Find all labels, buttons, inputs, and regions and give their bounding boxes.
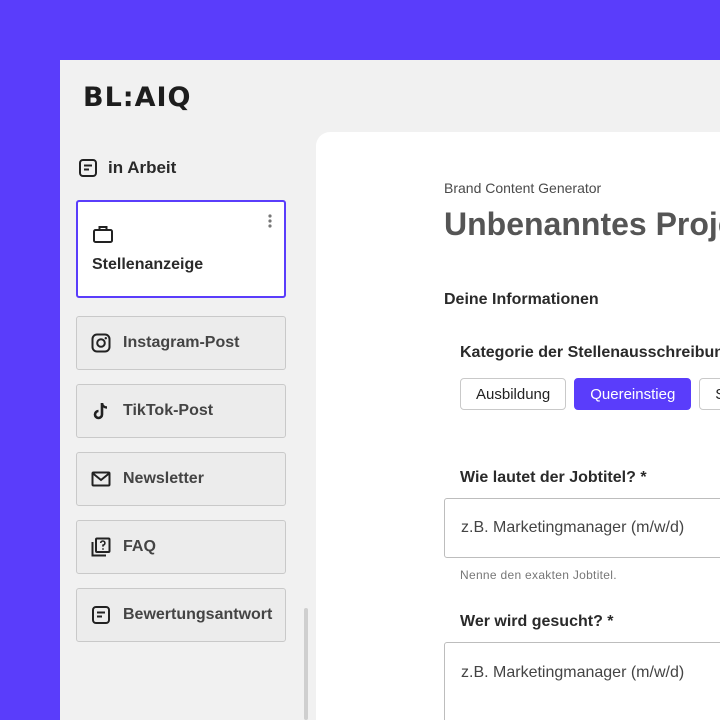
sidebar-item-newsletter[interactable]: Newsletter bbox=[76, 452, 286, 506]
sidebar-item-instagram[interactable]: Instagram-Post bbox=[76, 316, 286, 370]
wanted-label: Wer wird gesucht? * bbox=[460, 613, 614, 630]
sidebar-item-label: FAQ bbox=[123, 538, 156, 555]
briefcase-icon bbox=[92, 224, 114, 244]
note-icon bbox=[91, 605, 111, 625]
jobtitle-input[interactable] bbox=[444, 498, 720, 558]
mail-icon bbox=[91, 469, 111, 489]
section-title: Deine Informationen bbox=[444, 291, 599, 308]
chip-quereinstieg[interactable]: Quereinstieg bbox=[574, 378, 692, 410]
chip-third[interactable]: S bbox=[699, 378, 720, 410]
status-heading: in Arbeit bbox=[78, 158, 176, 178]
tiktok-icon bbox=[91, 401, 111, 421]
note-icon bbox=[78, 158, 98, 178]
chip-ausbildung[interactable]: Ausbildung bbox=[460, 378, 567, 410]
sidebar-item-label: TikTok-Post bbox=[123, 402, 214, 419]
category-label: Kategorie der Stellenausschreibung bbox=[460, 344, 720, 361]
page-title: Unbenanntes Projekt bbox=[444, 206, 720, 242]
sidebar-item-label: Stellenanzeige bbox=[92, 256, 204, 273]
sidebar-scrollbar[interactable] bbox=[304, 608, 308, 720]
more-options-icon[interactable] bbox=[268, 214, 272, 228]
category-chip-group: Ausbildung Quereinstieg S bbox=[460, 378, 720, 410]
sidebar-item-tiktok[interactable]: TikTok-Post bbox=[76, 384, 286, 438]
sidebar-item-bewertungsantwort[interactable]: Bewertungsantwort bbox=[76, 588, 286, 642]
app-window: BL:AIQ in Arbeit Stellenanzeige Instagra… bbox=[60, 60, 720, 720]
logo: BL:AIQ bbox=[83, 82, 192, 113]
sidebar-item-label: Instagram-Post bbox=[123, 334, 240, 351]
main-panel: Brand Content Generator Unbenanntes Proj… bbox=[316, 132, 720, 720]
jobtitle-hint: Nenne den exakten Jobtitel. bbox=[460, 568, 617, 582]
breadcrumb: Brand Content Generator bbox=[444, 180, 602, 196]
sidebar-item-stellenanzeige[interactable]: Stellenanzeige bbox=[76, 200, 286, 298]
sidebar-item-faq[interactable]: FAQ bbox=[76, 520, 286, 574]
jobtitle-label: Wie lautet der Jobtitel? * bbox=[460, 469, 647, 486]
instagram-icon bbox=[91, 333, 111, 353]
sidebar-item-label: Bewertungsantwort bbox=[123, 606, 273, 623]
status-label: in Arbeit bbox=[108, 158, 177, 177]
sidebar-item-label: Newsletter bbox=[123, 470, 204, 487]
question-pages-icon bbox=[91, 537, 111, 557]
wanted-input[interactable] bbox=[444, 642, 720, 720]
